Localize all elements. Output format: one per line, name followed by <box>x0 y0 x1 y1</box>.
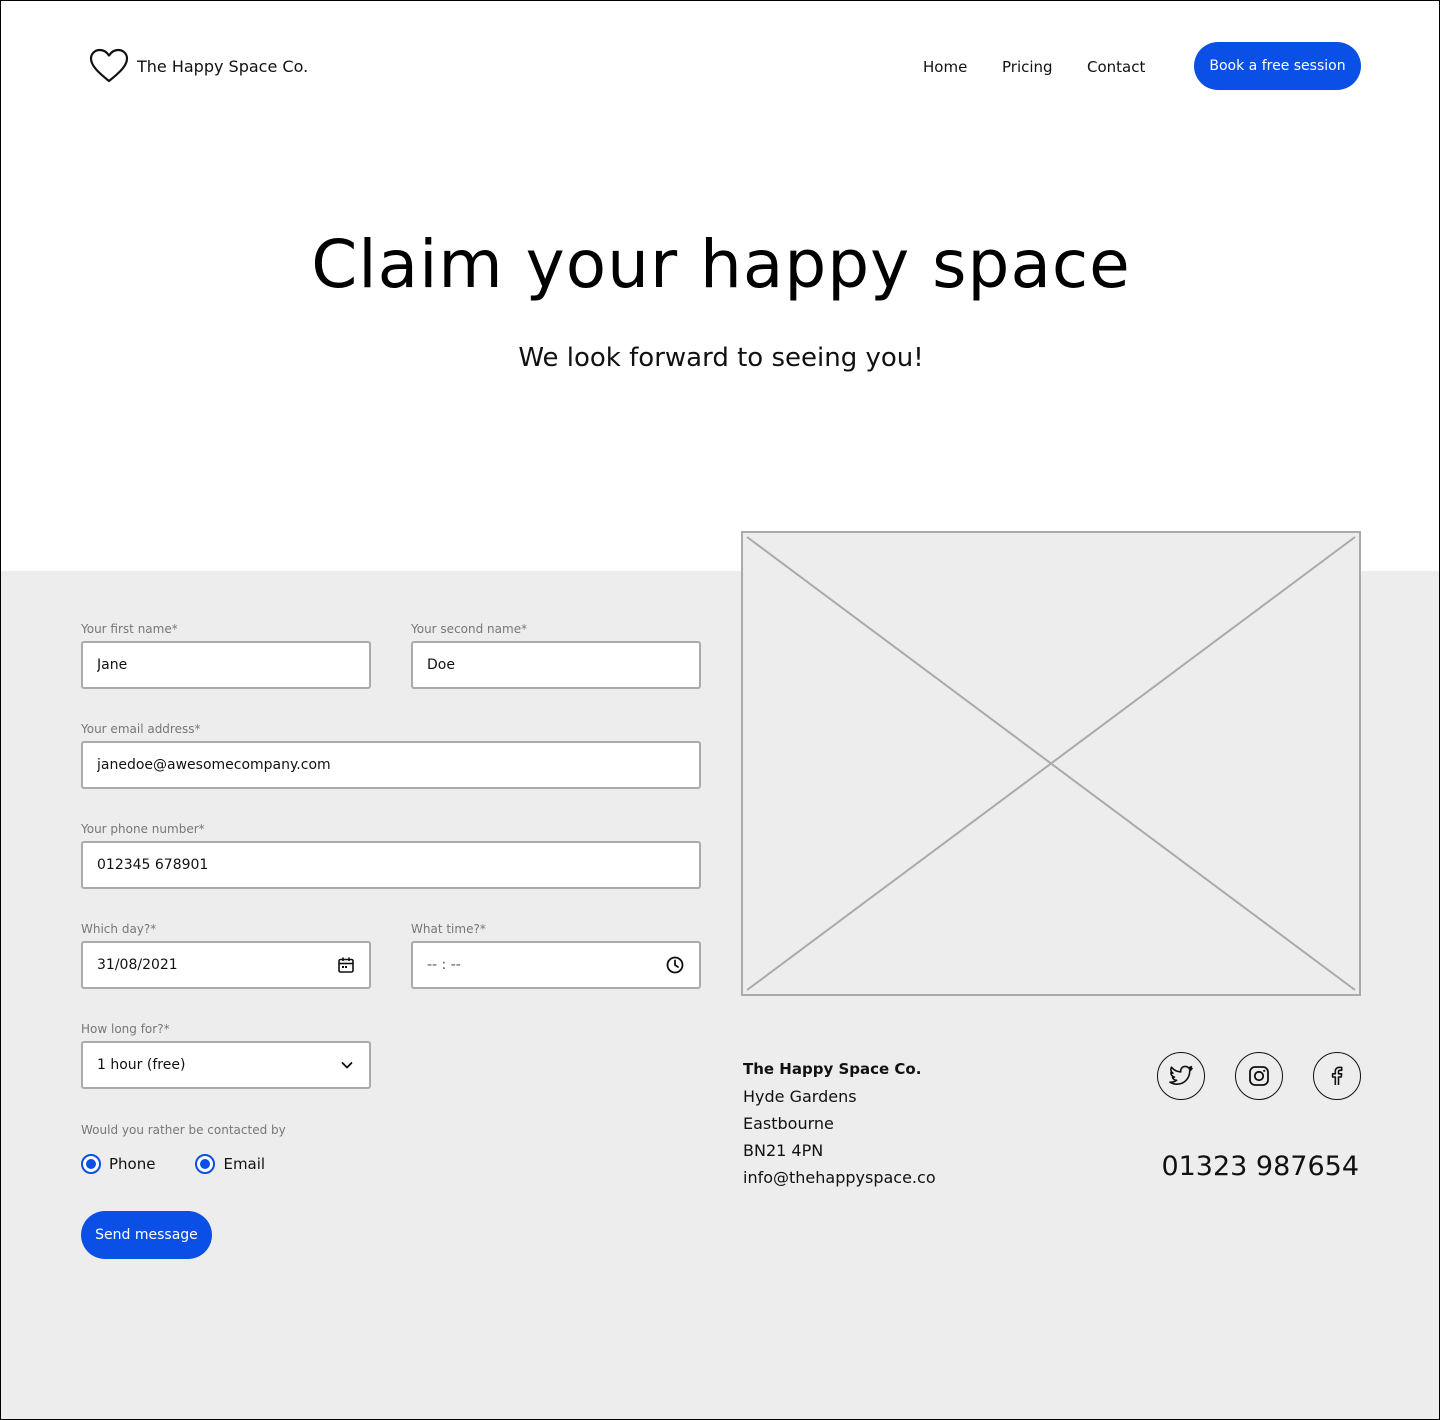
contact-email[interactable]: info@thehappyspace.co <box>743 1164 936 1191</box>
day-value: 31/08/2021 <box>97 957 178 973</box>
nav-contact[interactable]: Contact <box>1087 58 1145 76</box>
address-line-3: BN21 4PN <box>743 1141 824 1160</box>
contact-pref-group: Phone Email <box>81 1154 305 1174</box>
address-line-2: Eastbourne <box>743 1114 834 1133</box>
time-field[interactable]: -- : -- <box>411 941 701 989</box>
send-message-button[interactable]: Send message <box>81 1211 212 1259</box>
second-name-input[interactable] <box>427 657 685 673</box>
hero-subtitle: We look forward to seeing you! <box>518 343 924 373</box>
email-label: Your email address* <box>81 722 201 736</box>
book-session-button[interactable]: Book a free session <box>1194 42 1361 90</box>
second-name-label: Your second name* <box>411 622 528 636</box>
page: The Happy Space Co. Home Pricing Contact… <box>0 0 1440 1420</box>
email-field[interactable] <box>81 741 701 789</box>
radio-phone-indicator[interactable] <box>81 1154 101 1174</box>
radio-phone-label: Phone <box>109 1155 156 1173</box>
address-block: The Happy Space Co. Hyde Gardens Eastbou… <box>743 1056 936 1191</box>
chevron-down-icon <box>339 1057 355 1073</box>
image-placeholder <box>741 531 1361 996</box>
time-label: What time?* <box>411 922 486 936</box>
brand-logo[interactable]: The Happy Space Co. <box>89 48 308 84</box>
radio-phone[interactable]: Phone <box>81 1154 155 1174</box>
facebook-icon[interactable] <box>1313 1052 1361 1100</box>
heart-icon <box>89 48 129 83</box>
first-name-field[interactable] <box>81 641 371 689</box>
nav-pricing[interactable]: Pricing <box>1002 58 1053 76</box>
radio-email[interactable]: Email <box>195 1154 265 1174</box>
calendar-icon[interactable] <box>337 956 355 974</box>
second-name-field[interactable] <box>411 641 701 689</box>
day-label: Which day?* <box>81 922 157 936</box>
first-name-input[interactable] <box>97 657 355 673</box>
duration-select[interactable]: 1 hour (free) <box>81 1041 371 1089</box>
twitter-icon[interactable] <box>1157 1052 1205 1100</box>
instagram-icon[interactable] <box>1235 1052 1283 1100</box>
duration-value: 1 hour (free) <box>97 1057 186 1073</box>
first-name-label: Your first name* <box>81 622 178 636</box>
radio-email-label: Email <box>223 1155 266 1173</box>
phone-label: Your phone number* <box>81 822 205 836</box>
address-company: The Happy Space Co. <box>743 1060 922 1078</box>
day-field[interactable]: 31/08/2021 <box>81 941 371 989</box>
contact-phone[interactable]: 01323 987654 <box>1161 1151 1359 1182</box>
nav-home[interactable]: Home <box>923 58 967 76</box>
brand-name: The Happy Space Co. <box>137 56 309 76</box>
email-input[interactable] <box>97 757 685 773</box>
social-links <box>1157 1052 1361 1100</box>
contact-pref-label: Would you rather be contacted by <box>81 1123 286 1137</box>
radio-email-indicator[interactable] <box>195 1154 216 1174</box>
phone-field[interactable] <box>81 841 701 889</box>
hero-title: Claim your happy space <box>311 226 1131 303</box>
duration-label: How long for?* <box>81 1022 170 1036</box>
phone-input[interactable] <box>97 857 685 873</box>
time-placeholder: -- : -- <box>427 957 461 973</box>
clock-icon[interactable] <box>665 955 685 975</box>
address-line-1: Hyde Gardens <box>743 1087 857 1106</box>
